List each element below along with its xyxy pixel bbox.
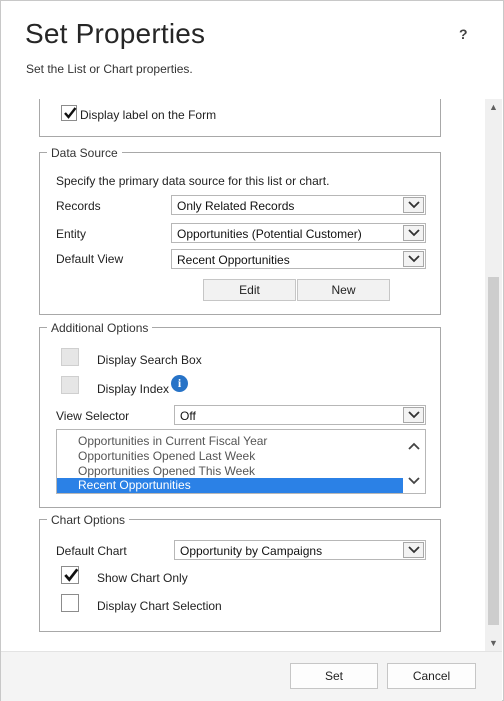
display-search-box-label: Display Search Box xyxy=(97,353,202,367)
display-label-checkbox[interactable] xyxy=(61,105,77,121)
default-view-label: Default View xyxy=(56,252,124,266)
chart-options-legend: Chart Options xyxy=(47,513,130,527)
help-icon[interactable]: ? xyxy=(459,26,468,42)
list-item[interactable]: Opportunities in Current Fiscal Year xyxy=(78,434,267,448)
chevron-down-icon[interactable] xyxy=(403,542,424,558)
default-view-value: Recent Opportunities xyxy=(177,253,290,267)
list-item[interactable]: Opportunities Opened Last Week xyxy=(78,449,255,463)
scroll-up-icon[interactable]: ▲ xyxy=(485,99,502,115)
content-scrollbar[interactable]: ▲ ▼ xyxy=(485,99,502,651)
additional-options-legend: Additional Options xyxy=(47,321,153,335)
entity-select[interactable]: Opportunities (Potential Customer) xyxy=(171,223,426,243)
list-item[interactable]: Opportunities Opened This Week xyxy=(78,464,255,478)
view-selector-select[interactable]: Off xyxy=(174,405,426,425)
records-value: Only Related Records xyxy=(177,199,295,213)
new-button[interactable]: New xyxy=(297,279,390,301)
default-view-select[interactable]: Recent Opportunities xyxy=(171,249,426,269)
scrollbar-thumb[interactable] xyxy=(488,277,499,625)
display-label-text: Display label on the Form xyxy=(80,108,217,122)
chevron-down-icon[interactable] xyxy=(403,225,424,241)
display-index-checkbox[interactable] xyxy=(61,376,79,394)
show-chart-only-label: Show Chart Only xyxy=(97,571,188,585)
dialog-subtitle: Set the List or Chart properties. xyxy=(26,62,193,76)
chevron-down-icon[interactable] xyxy=(403,197,424,213)
checkmark-icon xyxy=(64,568,79,582)
views-listbox[interactable]: Opportunities in Current Fiscal Year Opp… xyxy=(56,429,426,494)
records-select[interactable]: Only Related Records xyxy=(171,195,426,215)
display-chart-selection-label: Display Chart Selection xyxy=(97,599,222,613)
default-chart-select[interactable]: Opportunity by Campaigns xyxy=(174,540,426,560)
edit-button[interactable]: Edit xyxy=(203,279,296,301)
display-index-label: Display Index xyxy=(97,382,170,396)
scroll-arrows-icon[interactable] xyxy=(403,430,425,494)
view-selector-label: View Selector xyxy=(56,409,130,423)
set-button[interactable]: Set xyxy=(290,663,378,689)
entity-label: Entity xyxy=(56,227,87,241)
chevron-down-icon[interactable] xyxy=(403,251,424,267)
view-selector-value: Off xyxy=(180,409,196,423)
show-chart-only-checkbox[interactable] xyxy=(61,566,79,584)
listbox-scrollbar[interactable] xyxy=(403,430,425,493)
checkmark-icon xyxy=(64,107,77,119)
list-item-selected[interactable]: Recent Opportunities xyxy=(57,478,403,493)
dialog-footer: Set Cancel xyxy=(1,651,502,701)
default-chart-label: Default Chart xyxy=(56,544,127,558)
default-chart-value: Opportunity by Campaigns xyxy=(180,544,323,558)
cancel-button[interactable]: Cancel xyxy=(387,663,476,689)
scroll-down-icon[interactable]: ▼ xyxy=(485,635,502,651)
data-source-description: Specify the primary data source for this… xyxy=(56,174,330,188)
records-label: Records xyxy=(56,199,101,213)
chevron-down-icon[interactable] xyxy=(403,407,424,423)
properties-content: Display label on the Form Data Source Sp… xyxy=(1,99,485,651)
entity-value: Opportunities (Potential Customer) xyxy=(177,227,362,241)
display-chart-selection-checkbox[interactable] xyxy=(61,594,79,612)
display-search-box-checkbox[interactable] xyxy=(61,348,79,366)
data-source-legend: Data Source xyxy=(47,146,122,160)
info-icon[interactable]: i xyxy=(171,375,188,392)
dialog-title: Set Properties xyxy=(25,18,206,49)
